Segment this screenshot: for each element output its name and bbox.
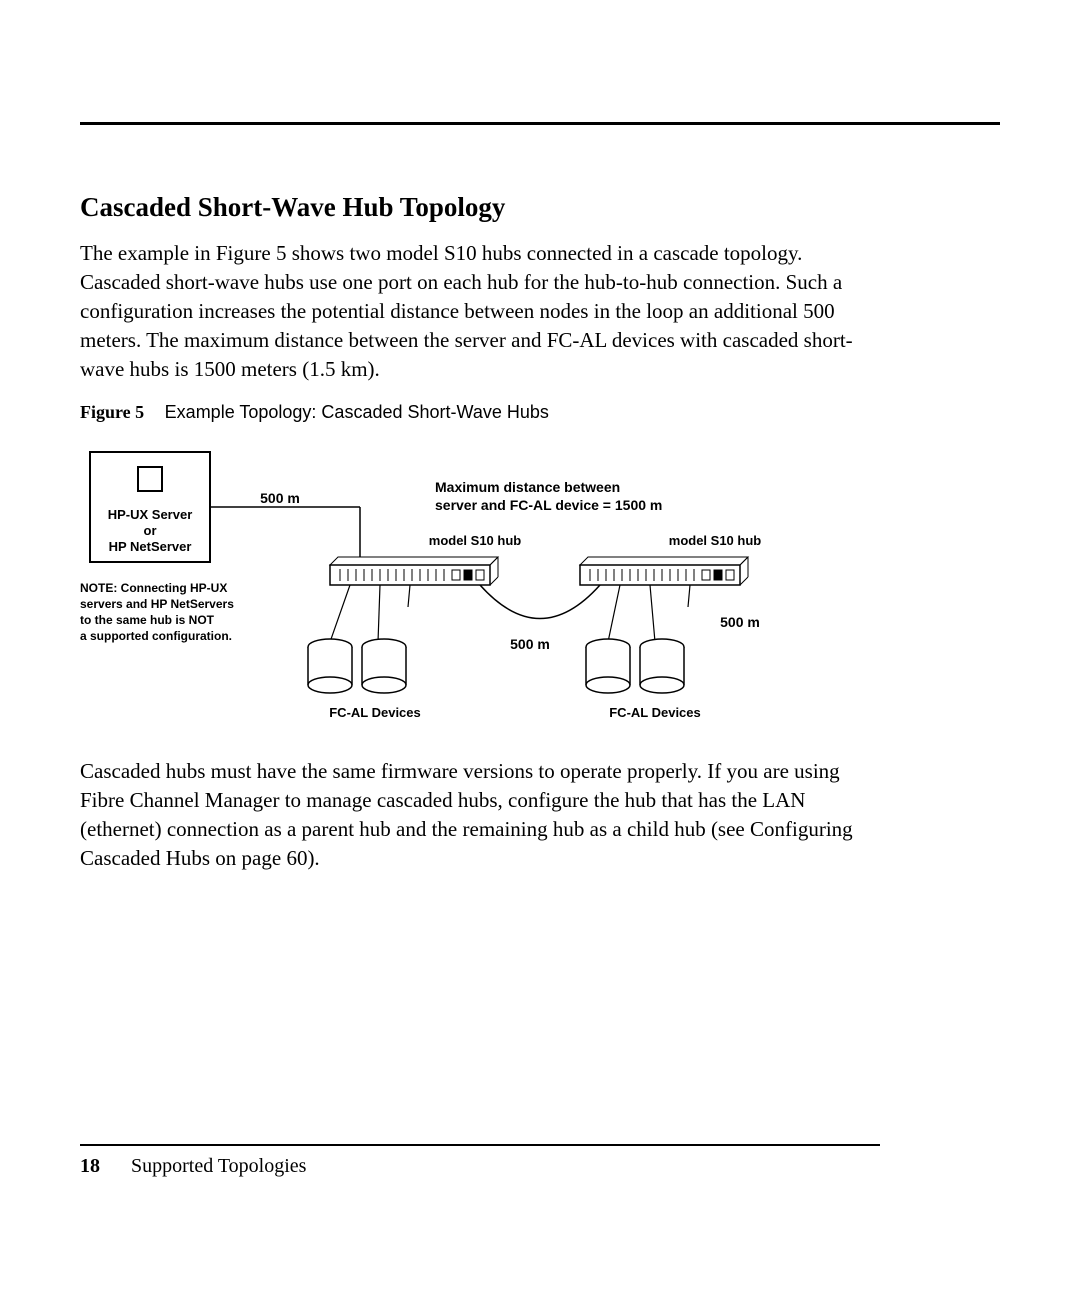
section-title: Cascaded Short-Wave Hub Topology <box>80 192 880 223</box>
server-port-icon <box>138 467 162 491</box>
fcal-devices-2-label: FC-AL Devices <box>609 705 701 720</box>
figure-diagram: HP-UX Server or HP NetServer NOTE: Conne… <box>80 437 830 737</box>
figure-caption: Figure 5 Example Topology: Cascaded Shor… <box>80 402 880 423</box>
distance-500m-c: 500 m <box>720 614 760 630</box>
server-label-1: HP-UX Server <box>108 507 193 522</box>
paragraph-intro: The example in Figure 5 shows two model … <box>80 239 880 384</box>
note-line-3: to the same hub is NOT <box>80 613 215 627</box>
link-hub2-dev1 <box>608 585 620 642</box>
max-distance-line-1: Maximum distance between <box>435 479 620 495</box>
link-hub1-stub <box>408 585 410 607</box>
hub2-icon <box>580 557 748 585</box>
page-footer: 18 Supported Topologies <box>80 1155 306 1178</box>
note-line-4: a supported configuration. <box>80 629 232 643</box>
max-distance-line-2: server and FC-AL device = 1500 m <box>435 497 662 513</box>
note-line-1: NOTE: Connecting HP-UX <box>80 581 227 595</box>
distance-500m-a: 500 m <box>260 490 300 506</box>
link-hub1-dev1 <box>330 585 350 642</box>
fcal-devices-1 <box>308 639 406 693</box>
hub2-label: model S10 hub <box>669 533 762 548</box>
hub1-label: model S10 hub <box>429 533 522 548</box>
footer-section-name: Supported Topologies <box>131 1155 306 1177</box>
server-label-2: or <box>144 523 157 538</box>
footer-rule <box>80 1144 880 1146</box>
fcal-devices-1-label: FC-AL Devices <box>329 705 421 720</box>
link-hub-hub <box>480 585 600 619</box>
page-number: 18 <box>80 1155 100 1177</box>
hub1-icon <box>330 557 498 585</box>
fcal-devices-2 <box>586 639 684 693</box>
link-hub1-dev2 <box>378 585 380 642</box>
page: Cascaded Short-Wave Hub Topology The exa… <box>0 0 1080 1296</box>
paragraph-after-figure: Cascaded hubs must have the same firmwar… <box>80 757 880 873</box>
server-label-3: HP NetServer <box>109 539 192 554</box>
distance-500m-b: 500 m <box>510 636 550 652</box>
top-rule <box>80 122 1000 125</box>
note-line-2: servers and HP NetServers <box>80 597 234 611</box>
link-hub2-dev2 <box>650 585 655 642</box>
figure-label: Figure 5 <box>80 402 144 422</box>
link-hub2-stub <box>688 585 690 607</box>
figure-caption-text: Example Topology: Cascaded Short-Wave Hu… <box>165 402 549 422</box>
